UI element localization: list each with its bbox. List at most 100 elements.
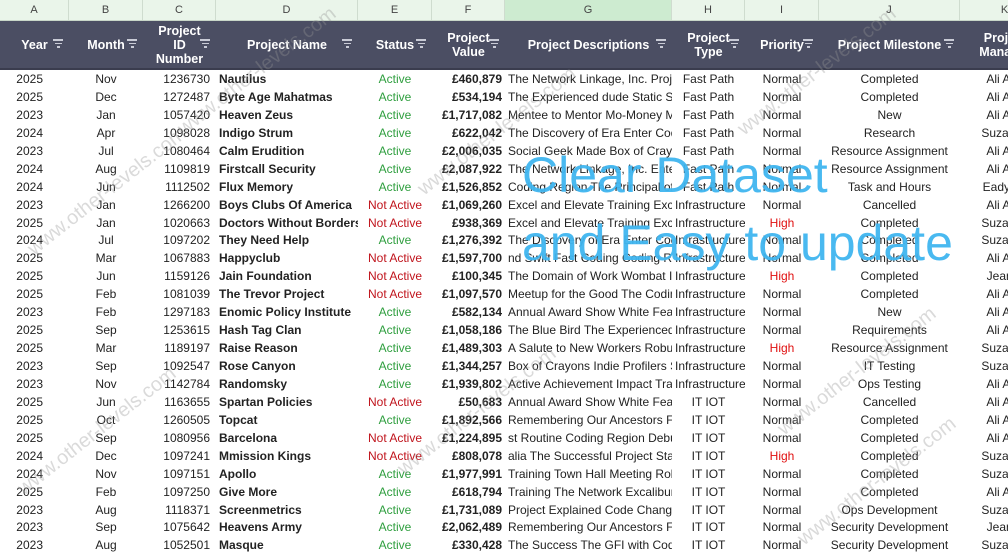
cell-project-id[interactable]: 1080956 (143, 429, 216, 447)
cell-year[interactable]: 2025 (0, 285, 69, 303)
cell-project-manager[interactable]: Ali Ada (960, 393, 1008, 411)
cell-priority[interactable]: Normal (745, 249, 819, 267)
cell-project-name[interactable]: Happyclub (216, 249, 358, 267)
cell-project-description[interactable]: st Routine Coding Region Debug (505, 429, 672, 447)
cell-project-id[interactable]: 1057420 (143, 106, 216, 124)
cell-project-milestone[interactable]: Completed (819, 429, 960, 447)
cell-status[interactable]: Active (358, 483, 432, 501)
cell-project-type[interactable]: IT IOT (672, 465, 745, 483)
cell-project-name[interactable]: Masque (216, 536, 358, 554)
header-priority[interactable]: Priority (745, 21, 819, 68)
cell-project-milestone[interactable]: Completed (819, 88, 960, 106)
cell-month[interactable]: Aug (69, 501, 143, 519)
cell-project-milestone[interactable]: Completed (819, 483, 960, 501)
cell-project-name[interactable]: Mmission Kings (216, 447, 358, 465)
cell-project-milestone[interactable]: New (819, 303, 960, 321)
column-letter-j[interactable]: J (819, 0, 960, 20)
cell-project-manager[interactable]: Ali Ada (960, 196, 1008, 214)
header-project-manager[interactable]: Project Manager (960, 21, 1008, 68)
cell-priority[interactable]: Normal (745, 124, 819, 142)
cell-status[interactable]: Active (358, 339, 432, 357)
header-project-milestone[interactable]: Project Milestone (819, 21, 960, 68)
cell-project-type[interactable]: Infrastructure (672, 339, 745, 357)
cell-project-milestone[interactable]: Security Development (819, 536, 960, 554)
cell-priority[interactable]: Normal (745, 231, 819, 249)
header-project-name[interactable]: Project Name (216, 21, 358, 68)
cell-year[interactable]: 2023 (0, 501, 69, 519)
cell-project-value[interactable]: £50,683 (432, 393, 505, 411)
cell-project-type[interactable]: Infrastructure (672, 214, 745, 232)
cell-project-value[interactable]: £1,069,260 (432, 196, 505, 214)
cell-status[interactable]: Not Active (358, 393, 432, 411)
cell-year[interactable]: 2024 (0, 465, 69, 483)
cell-month[interactable]: Apr (69, 124, 143, 142)
cell-status[interactable]: Not Active (358, 214, 432, 232)
cell-project-description[interactable]: Annual Award Show White Featl (505, 393, 672, 411)
cell-status[interactable]: Active (358, 142, 432, 160)
cell-project-type[interactable]: Infrastructure (672, 357, 745, 375)
cell-status[interactable]: Active (358, 124, 432, 142)
cell-project-manager[interactable]: Ali Ada (960, 88, 1008, 106)
filter-icon[interactable] (944, 39, 954, 48)
cell-project-value[interactable]: £808,078 (432, 447, 505, 465)
cell-project-value[interactable]: £2,006,035 (432, 142, 505, 160)
cell-month[interactable]: Aug (69, 160, 143, 178)
cell-month[interactable]: Feb (69, 303, 143, 321)
cell-project-type[interactable]: IT IOT (672, 483, 745, 501)
header-project-type[interactable]: Project Type (672, 21, 745, 68)
cell-project-type[interactable]: Fast Path (672, 124, 745, 142)
cell-project-name[interactable]: Enomic Policy Institute (216, 303, 358, 321)
cell-priority[interactable]: Normal (745, 536, 819, 554)
column-letter-a[interactable]: A (0, 0, 69, 20)
cell-project-type[interactable]: Fast Path (672, 88, 745, 106)
cell-project-description[interactable]: Excel and Elevate Training Exca (505, 196, 672, 214)
cell-project-description[interactable]: Excel and Elevate Training Exca (505, 214, 672, 232)
cell-project-value[interactable]: £100,345 (432, 267, 505, 285)
cell-project-milestone[interactable]: Completed (819, 249, 960, 267)
cell-project-value[interactable]: £1,489,303 (432, 339, 505, 357)
cell-project-type[interactable]: Fast Path (672, 142, 745, 160)
cell-project-description[interactable]: The Domain of Work Wombat In (505, 267, 672, 285)
cell-project-type[interactable]: IT IOT (672, 501, 745, 519)
cell-project-description[interactable]: Project Explained Code Change (505, 501, 672, 519)
cell-project-name[interactable]: Heaven Zeus (216, 106, 358, 124)
cell-project-type[interactable]: IT IOT (672, 536, 745, 554)
cell-project-value[interactable]: £1,058,186 (432, 321, 505, 339)
cell-status[interactable]: Not Active (358, 447, 432, 465)
cell-priority[interactable]: Normal (745, 483, 819, 501)
cell-year[interactable]: 2023 (0, 196, 69, 214)
cell-project-name[interactable]: Nautilus (216, 70, 358, 88)
cell-project-name[interactable]: Indigo Strum (216, 124, 358, 142)
cell-status[interactable]: Active (358, 160, 432, 178)
cell-project-manager[interactable]: Suzan M (960, 501, 1008, 519)
cell-project-name[interactable]: Heavens Army (216, 518, 358, 536)
cell-priority[interactable]: High (745, 267, 819, 285)
cell-project-milestone[interactable]: Completed (819, 285, 960, 303)
cell-priority[interactable]: Normal (745, 411, 819, 429)
cell-project-id[interactable]: 1081039 (143, 285, 216, 303)
cell-status[interactable]: Active (358, 231, 432, 249)
cell-status[interactable]: Active (358, 501, 432, 519)
cell-month[interactable]: Jul (69, 231, 143, 249)
cell-project-value[interactable]: £622,042 (432, 124, 505, 142)
cell-project-milestone[interactable]: Completed (819, 411, 960, 429)
cell-status[interactable]: Active (358, 106, 432, 124)
cell-project-value[interactable]: £330,428 (432, 536, 505, 554)
header-project-id[interactable]: Project ID Number (143, 21, 216, 68)
cell-project-value[interactable]: £2,087,922 (432, 160, 505, 178)
cell-project-name[interactable]: Apollo (216, 465, 358, 483)
cell-project-name[interactable]: Boys Clubs Of America (216, 196, 358, 214)
cell-priority[interactable]: High (745, 214, 819, 232)
cell-month[interactable]: Jan (69, 196, 143, 214)
cell-project-value[interactable]: £1,097,570 (432, 285, 505, 303)
header-project-description[interactable]: Project Descriptions (505, 21, 672, 68)
cell-year[interactable]: 2025 (0, 267, 69, 285)
cell-status[interactable]: Not Active (358, 429, 432, 447)
cell-year[interactable]: 2023 (0, 375, 69, 393)
cell-project-id[interactable]: 1142784 (143, 375, 216, 393)
filter-icon[interactable] (200, 39, 210, 48)
header-year[interactable]: Year (0, 21, 69, 68)
cell-priority[interactable]: Normal (745, 142, 819, 160)
cell-project-description[interactable]: The Discovery of Era Enter Codi (505, 231, 672, 249)
cell-year[interactable]: 2025 (0, 393, 69, 411)
